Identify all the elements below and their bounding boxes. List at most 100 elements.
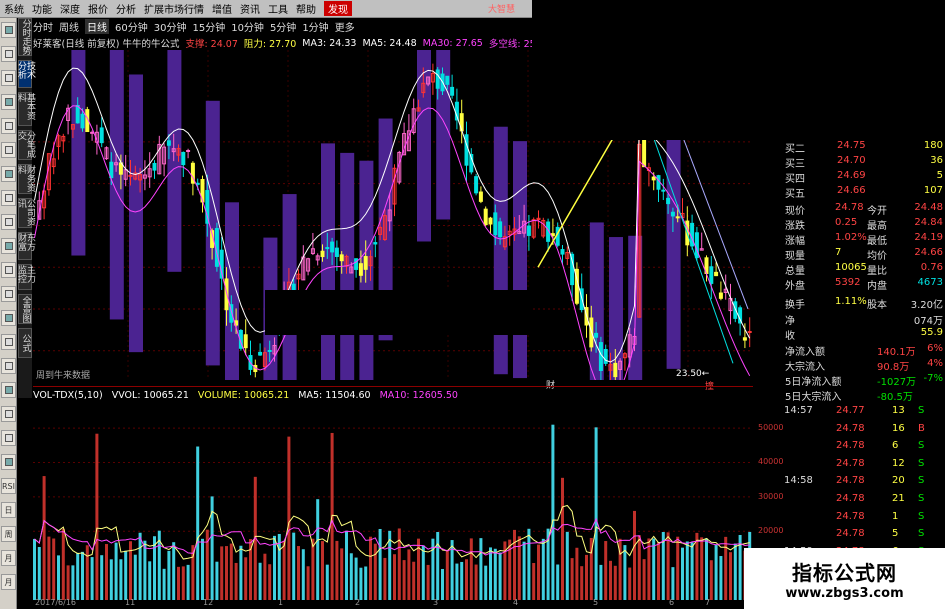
toolbar-icon-8[interactable] — [1, 214, 16, 230]
jing-label: 净 — [785, 316, 795, 327]
toolbar-icon-11[interactable] — [1, 286, 16, 302]
volume-bar — [287, 436, 291, 600]
vtab-1[interactable]: 技术分析 — [16, 60, 35, 88]
toolbar-icon-3[interactable] — [1, 94, 16, 110]
volume-chart[interactable] — [33, 404, 753, 600]
purple-band — [493, 126, 508, 375]
toolbar-button-1[interactable]: 日 — [1, 502, 16, 518]
volume-bar — [474, 564, 478, 600]
toolbar-button-4[interactable]: 月 — [1, 574, 16, 590]
toolbar-icon-5[interactable] — [1, 142, 16, 158]
volume-bar — [268, 564, 272, 600]
menu-item-10[interactable]: 发现 — [324, 1, 352, 16]
vtab-3[interactable]: 分笔成交 — [16, 130, 35, 160]
toolbar-icon-13[interactable] — [1, 334, 16, 350]
tick-price: 24.77 — [836, 405, 865, 416]
volume-bar — [61, 528, 65, 600]
vtab-0[interactable]: 分时走势 — [18, 18, 32, 56]
menu-item-6[interactable]: 增值 — [212, 1, 232, 16]
toolbar-icon-6[interactable] — [1, 166, 16, 182]
tick-price: 24.78 — [836, 528, 865, 540]
period-tab-9[interactable]: 更多 — [335, 19, 355, 34]
volume-bar — [397, 528, 401, 600]
candle-body — [450, 86, 455, 96]
vtab-9[interactable]: 公式 — [18, 328, 32, 358]
volume-bar — [66, 565, 70, 600]
volume-bar — [90, 557, 94, 600]
vtab-6[interactable]: 东方财富 — [16, 232, 35, 260]
toolbar-icon-17[interactable] — [1, 430, 16, 446]
vtab-8[interactable]: 全景图 — [18, 294, 32, 324]
volume-bar — [81, 551, 84, 600]
volume-bar — [623, 545, 627, 600]
toolbar-icon-0[interactable] — [1, 22, 16, 38]
vtab-4[interactable]: 财务资料 — [16, 164, 35, 194]
menu-bar: 系统 功能 深度 报价 分析 扩展市场行情 增值 资讯 工具 帮助 发现 — [0, 0, 532, 18]
volume-bar — [76, 552, 80, 600]
quote-label: 现量 — [785, 251, 805, 262]
volume-bar — [685, 541, 689, 600]
period-tab-4[interactable]: 30分钟 — [154, 19, 187, 34]
tick-row: 24.78 21 S — [780, 493, 945, 509]
toolbar-icon-16[interactable] — [1, 406, 16, 422]
toolbar-icon-10[interactable] — [1, 262, 16, 278]
menu-item-4[interactable]: 分析 — [116, 1, 136, 16]
volume-bar — [551, 424, 555, 600]
menu-item-7[interactable]: 资讯 — [240, 1, 260, 16]
toolbar-icon-2[interactable] — [1, 70, 16, 86]
toolbar-icon-7[interactable] — [1, 190, 16, 206]
toolbar-button-3[interactable]: 月 — [1, 550, 16, 566]
period-tab-0[interactable]: 分时 — [33, 19, 53, 34]
menu-item-5[interactable]: 扩展市场行情 — [144, 1, 204, 16]
menu-item-1[interactable]: 功能 — [32, 1, 52, 16]
volume-bar — [335, 540, 339, 600]
volume-bar — [378, 528, 382, 600]
toolbar-button-2[interactable]: 周 — [1, 526, 16, 542]
volume-bar — [613, 565, 617, 600]
toolbar-icon-14[interactable] — [1, 358, 16, 374]
tool-icon — [4, 74, 13, 82]
book-row: 买三 24.70 36 — [755, 155, 945, 170]
volume-bar — [301, 549, 305, 600]
watermark-title: 指标公式网 — [792, 560, 897, 585]
period-tab-2[interactable]: 日线 — [85, 19, 109, 34]
volume-bar — [609, 560, 612, 600]
volume-bar — [119, 559, 123, 600]
book-vol: 36 — [930, 155, 943, 166]
vtab-7[interactable]: 主力监控 — [16, 264, 35, 290]
toolbar-button-0[interactable]: RSI — [1, 478, 16, 494]
quote-value-2: 4673 — [917, 277, 943, 288]
volume-bar — [95, 433, 99, 600]
volume-bar — [292, 532, 296, 600]
menu-item-9[interactable]: 帮助 — [296, 1, 316, 16]
toolbar-icon-18[interactable] — [1, 454, 16, 470]
volume-bar — [561, 477, 564, 600]
toolbar-icon-9[interactable] — [1, 238, 16, 254]
toolbar-icon-15[interactable] — [1, 382, 16, 398]
menu-item-3[interactable]: 报价 — [88, 1, 108, 16]
date-label: 12 — [203, 598, 214, 607]
quote-value-2: 24.48 — [914, 202, 943, 213]
volume-bar — [172, 542, 176, 600]
vtab-2[interactable]: 基本资料 — [16, 92, 35, 126]
volume-bar — [594, 427, 598, 600]
menu-item-8[interactable]: 工具 — [268, 1, 288, 16]
menu-item-2[interactable]: 深度 — [60, 1, 80, 16]
toolbar-icon-1[interactable] — [1, 46, 16, 62]
volume-bar — [633, 510, 636, 600]
period-tab-5[interactable]: 15分钟 — [192, 19, 225, 34]
menu-item-0[interactable]: 系统 — [4, 1, 24, 16]
volume-bar — [513, 529, 516, 600]
period-tab-6[interactable]: 10分钟 — [231, 19, 264, 34]
toolbar-icon-12[interactable] — [1, 310, 16, 326]
tick-list[interactable]: 14:57 24.77 13 S 24.78 16 B 24.78 6 S 24.78 12 S 14:5… — [780, 405, 945, 565]
period-tab-7[interactable]: 5分钟 — [270, 19, 296, 34]
purple-band — [321, 143, 335, 380]
vtab-5[interactable]: 公司资讯 — [16, 198, 35, 228]
period-tab-1[interactable]: 周线 — [59, 19, 79, 34]
period-tab-8[interactable]: 1分钟 — [302, 19, 328, 34]
toolbar-icon-4[interactable] — [1, 118, 16, 134]
volume-bar — [345, 530, 348, 600]
period-tab-3[interactable]: 60分钟 — [115, 19, 148, 34]
ma3-value: MA3: 24.33 — [302, 37, 357, 49]
